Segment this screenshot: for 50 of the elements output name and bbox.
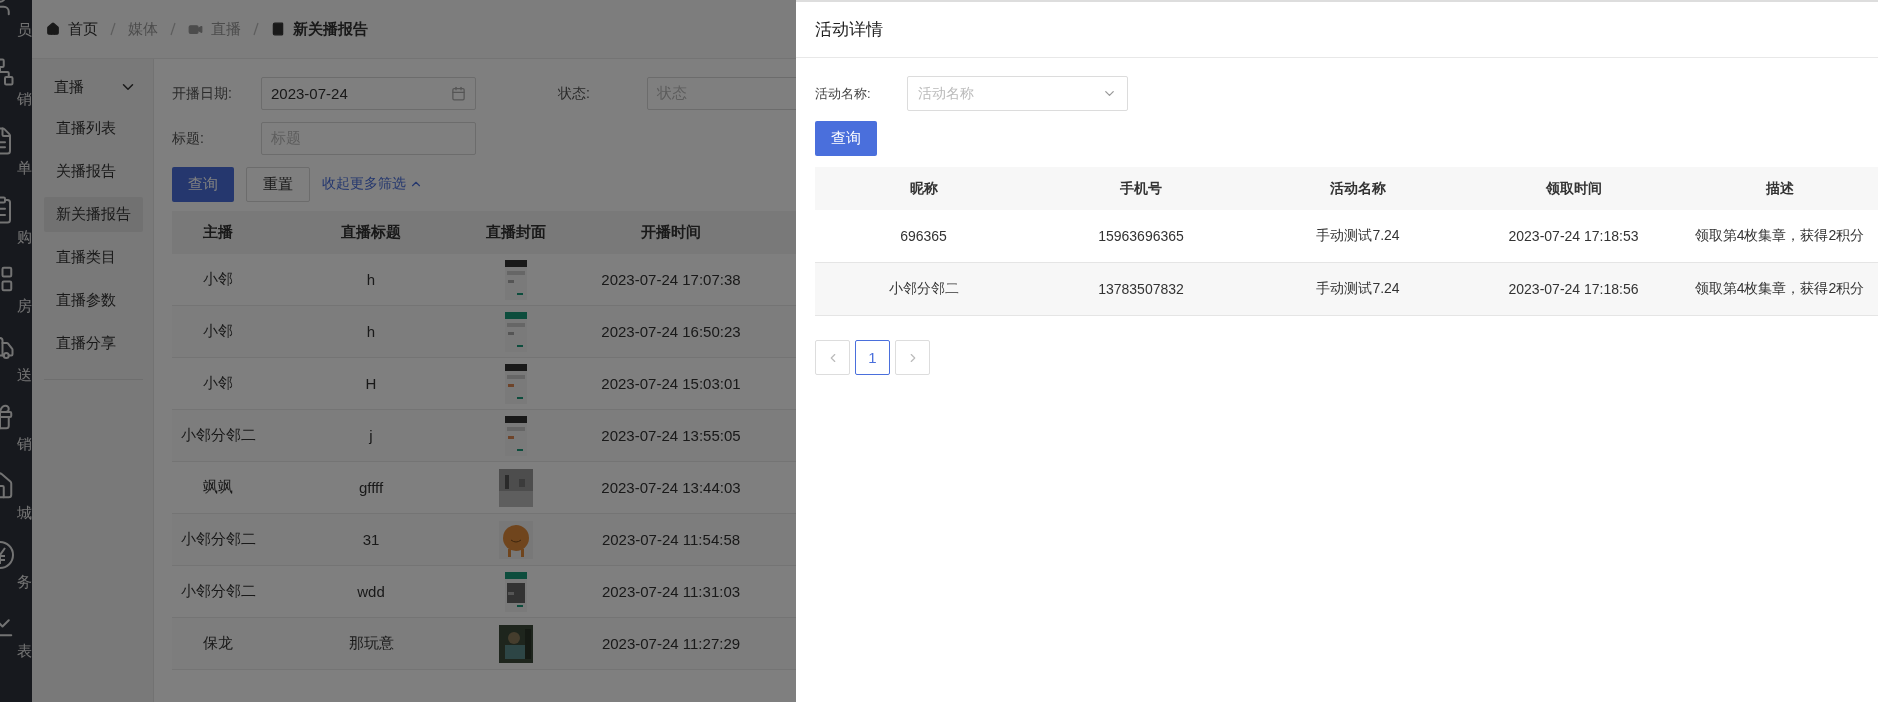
slash-icon (110, 22, 116, 36)
submenu-item[interactable]: 直播分享 (44, 326, 143, 361)
menu-group[interactable]: 直播 (44, 71, 143, 103)
field-label: 标题: (172, 129, 205, 148)
column-header: 直播标题 (264, 211, 478, 254)
submenu-item[interactable]: 直播类目 (44, 240, 143, 275)
nav-label[interactable]: 销 (17, 90, 32, 107)
nav-label[interactable]: 表 (17, 642, 32, 659)
column-header: 昵称 (815, 167, 1032, 210)
submenu-item[interactable]: 新关播报告 (44, 197, 143, 232)
breadcrumb-item: 新关播报告 (293, 19, 368, 39)
search-button[interactable]: 查询 (815, 121, 877, 156)
slash-icon (253, 22, 259, 36)
nav-label[interactable]: 购 (17, 228, 32, 245)
nav-label[interactable]: 务 (17, 573, 32, 590)
reset-button[interactable]: 重置 (246, 166, 310, 202)
drawer-title: 活动详情 (815, 19, 883, 41)
submenu-item[interactable]: 关播报告 (44, 154, 143, 189)
slash-icon (170, 22, 176, 36)
nav-label[interactable]: 房 (17, 297, 32, 314)
breadcrumb-item[interactable]: 首页 (68, 19, 98, 39)
date-field[interactable]: 2023-07-24 (261, 77, 476, 110)
column-header: 开播时间 (554, 211, 788, 254)
table-cell: 2023-07-24 17:18:56 (1466, 263, 1681, 316)
column-header: 手机号 (1032, 167, 1250, 210)
home-icon (46, 22, 60, 36)
table-cell: 领取第4枚集章，获得2积分 (1681, 263, 1878, 316)
nav-label[interactable]: 送 (17, 366, 32, 383)
field-label: 开播日期: (172, 84, 233, 103)
page-button[interactable]: 1 (855, 340, 890, 375)
submenu-item[interactable]: 直播列表 (44, 111, 143, 146)
column-header: 描述 (1681, 167, 1878, 210)
submenu-item[interactable]: 直播参数 (44, 283, 143, 318)
nav-label[interactable]: 单 (17, 159, 32, 176)
column-header: 活动名称 (1250, 167, 1466, 210)
table-cell: 13783507832 (1032, 263, 1250, 316)
column-header: 直播封面 (478, 211, 554, 254)
calendar-icon (451, 86, 466, 101)
search-button[interactable]: 查询 (172, 166, 234, 202)
collapse-link[interactable]: 收起更多筛选 (322, 175, 423, 193)
column-header: 领取时间 (1466, 167, 1681, 210)
nav-label[interactable]: 销 (17, 435, 32, 452)
activity-select[interactable]: 活动名称 (907, 76, 1128, 111)
nav-label[interactable]: 城 (17, 504, 32, 521)
nav-label[interactable]: 员 (17, 21, 32, 38)
column-header: 主播 (172, 211, 264, 254)
table-cell: 手动测试7.24 (1250, 263, 1466, 316)
field-label: 状态: (558, 84, 591, 103)
book-icon (271, 22, 285, 36)
table-cell: 小邻分邻二 (815, 263, 1032, 316)
